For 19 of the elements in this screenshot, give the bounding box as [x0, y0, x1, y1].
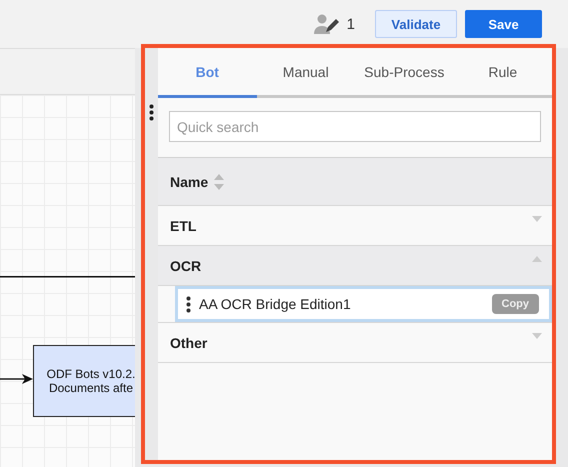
drag-handle-icon[interactable]	[149, 104, 154, 121]
user-edit-icon[interactable]	[312, 14, 339, 34]
group-header[interactable]: OCR	[158, 246, 552, 286]
sort-icon[interactable]	[214, 174, 224, 190]
tab[interactable]: Sub-Process	[355, 48, 454, 98]
expand-icon[interactable]	[532, 216, 542, 222]
editor-count: 1	[346, 16, 355, 32]
validate-button[interactable]: Validate	[375, 10, 457, 38]
column-header[interactable]: Name	[170, 174, 208, 190]
drag-handle-icon[interactable]	[186, 296, 191, 312]
process-node: ODF Bots v10.2. Documents afte	[33, 345, 135, 417]
connector-arrow	[0, 374, 33, 384]
tab[interactable]: Rule	[454, 48, 552, 98]
save-button[interactable]: Save	[465, 10, 542, 38]
search-field[interactable]: Quick search	[169, 111, 541, 142]
tab[interactable]: Manual	[256, 48, 355, 98]
bot-item[interactable]: AA OCR Bridge Edition1 Copy	[175, 286, 552, 322]
expand-icon[interactable]	[532, 332, 542, 338]
collapse-icon[interactable]	[532, 256, 542, 262]
